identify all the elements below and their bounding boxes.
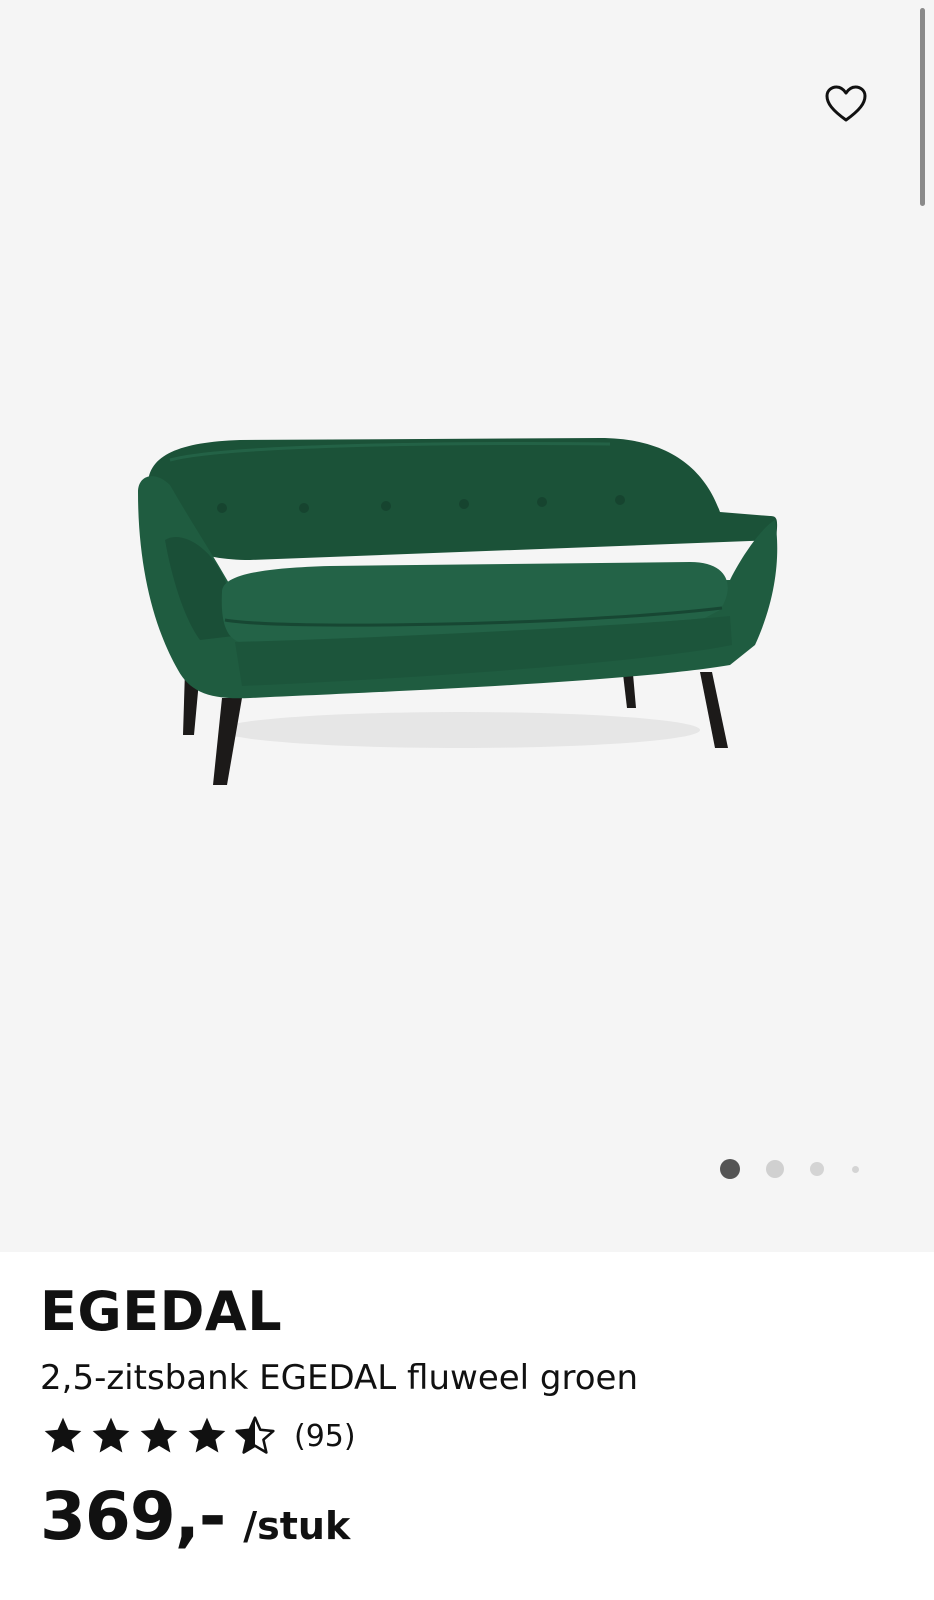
star-icon — [92, 1417, 130, 1453]
product-image-gallery[interactable] — [0, 0, 934, 1252]
gallery-dot-1[interactable] — [720, 1159, 740, 1179]
star-rating — [40, 1414, 278, 1458]
product-info: EGEDAL 2,5-zitsbank EGEDAL fluweel groen… — [40, 1280, 894, 1556]
star-icon — [44, 1417, 82, 1453]
review-count: (95) — [294, 1418, 356, 1454]
star-icon — [188, 1417, 226, 1453]
product-description: 2,5-zitsbank EGEDAL fluweel groen — [40, 1358, 638, 1398]
gallery-dot-3[interactable] — [810, 1162, 824, 1176]
gallery-pagination — [718, 1156, 868, 1182]
product-brand: EGEDAL — [40, 1280, 283, 1343]
gallery-dot-2[interactable] — [766, 1160, 784, 1178]
gallery-dot-4[interactable] — [852, 1166, 859, 1173]
price-row: 369,- /stuk — [40, 1478, 894, 1555]
heart-outline-icon — [825, 85, 867, 122]
star-icon — [140, 1417, 178, 1453]
scrollbar[interactable] — [920, 8, 925, 206]
product-price: 369,- — [40, 1478, 226, 1555]
favorite-button[interactable] — [820, 78, 872, 130]
price-unit: /stuk — [243, 1504, 351, 1548]
product-rating[interactable]: (95) — [40, 1414, 894, 1458]
sofa-image — [138, 438, 778, 785]
half-star-icon — [235, 1416, 275, 1454]
